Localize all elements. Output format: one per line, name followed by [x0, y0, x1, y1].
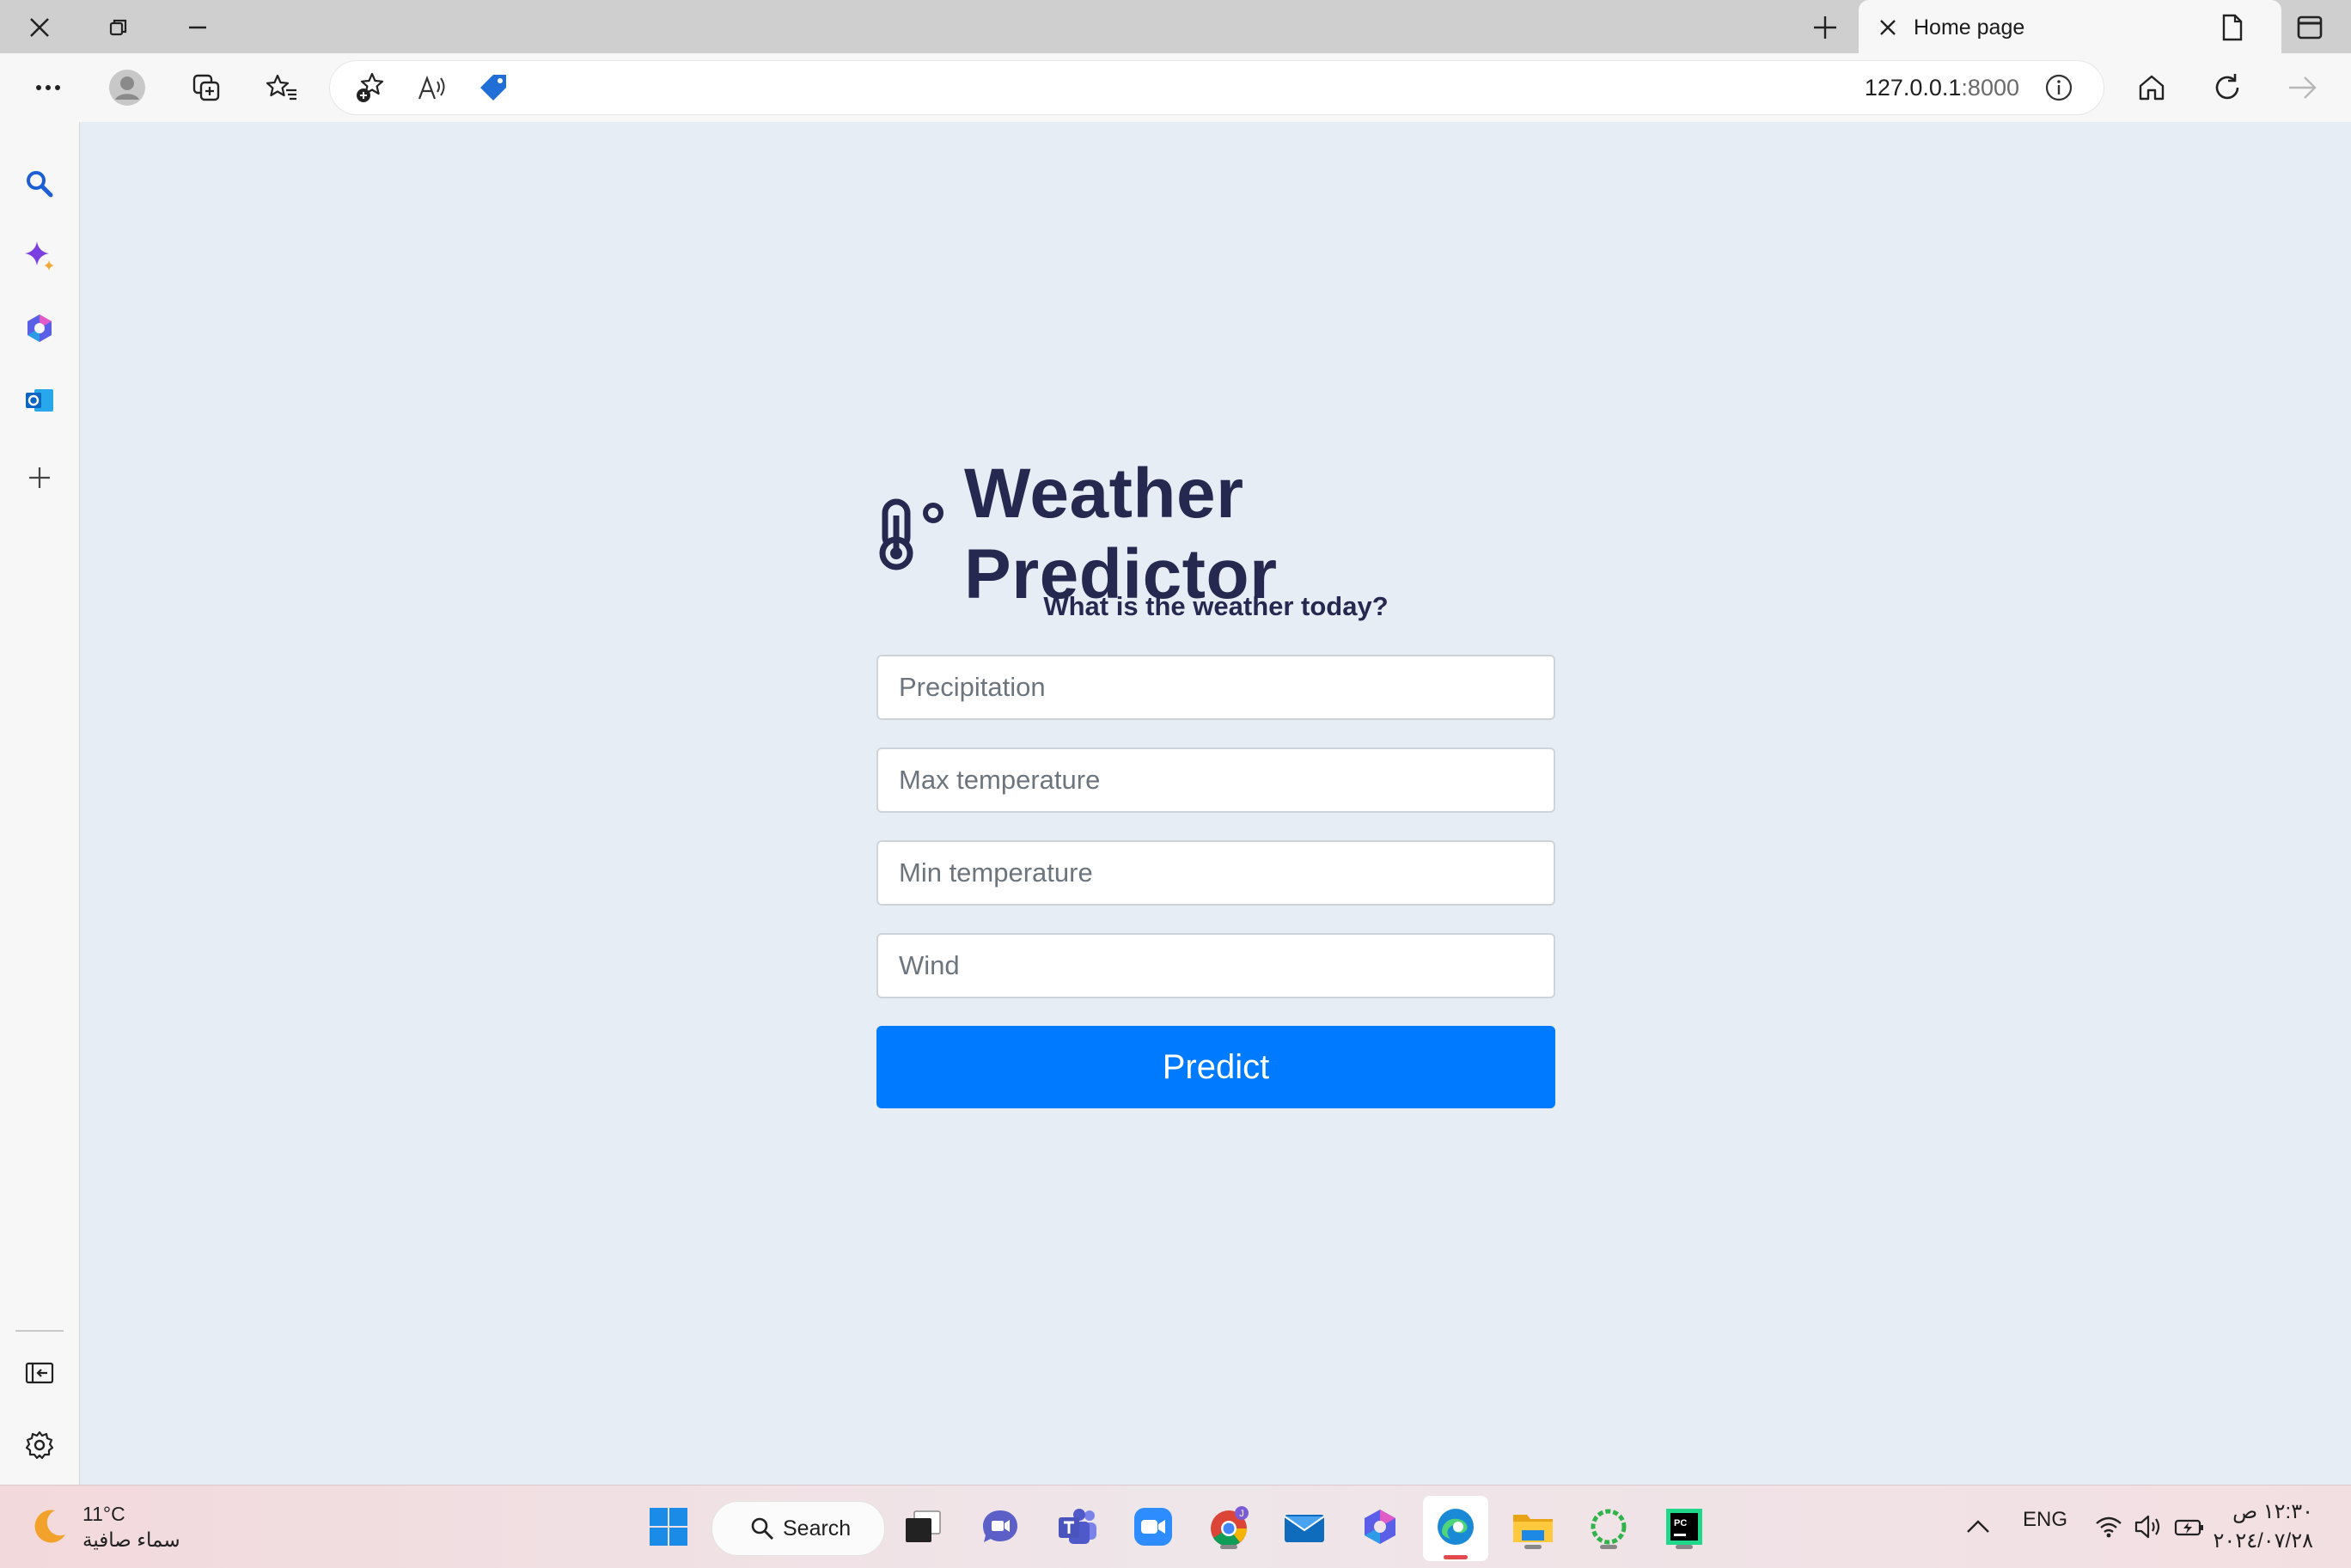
page-content: Weather Predictor What is the weather to… — [80, 122, 2351, 1485]
page-heading: Weather Predictor — [876, 455, 1555, 613]
profile-avatar-icon[interactable] — [103, 64, 151, 112]
workspaces-icon[interactable] — [182, 64, 230, 112]
favorites-icon[interactable] — [258, 64, 306, 112]
edge-sidebar — [0, 122, 80, 1485]
svg-text:PC: PC — [1674, 1518, 1687, 1528]
add-sidebar-app-icon[interactable] — [15, 454, 64, 502]
outlook-icon[interactable] — [15, 376, 64, 424]
home-icon[interactable] — [2128, 64, 2176, 112]
shopping-tag-icon[interactable] — [469, 64, 517, 112]
read-aloud-icon[interactable] — [409, 64, 457, 112]
running-indicator — [1600, 1545, 1617, 1549]
search-icon[interactable] — [15, 160, 64, 208]
browser-toolbar: 127.0.0.1:8000 — [0, 53, 2351, 123]
pycharm-icon[interactable]: PC — [1660, 1503, 1708, 1551]
chrome-icon[interactable]: J — [1205, 1503, 1253, 1551]
thermometer-icon — [876, 498, 949, 570]
edge-browser-icon — [1432, 1503, 1480, 1551]
microsoft-365-icon[interactable] — [15, 304, 64, 352]
clock-time: ١٢:٣٠ ص — [2232, 1500, 2313, 1523]
wind-input[interactable] — [876, 933, 1555, 998]
minimize-window-icon[interactable] — [177, 7, 218, 48]
copilot-sparkle-icon[interactable] — [15, 232, 64, 280]
new-tab-icon[interactable] — [1804, 7, 1846, 48]
running-indicator — [1676, 1545, 1693, 1549]
battery-charging-icon[interactable] — [2165, 1503, 2214, 1551]
weather-temperature: 11°C — [82, 1503, 125, 1525]
teams-chat-icon[interactable] — [976, 1503, 1024, 1551]
language-indicator[interactable]: ENG — [2023, 1508, 2067, 1532]
microsoft-365-icon[interactable] — [1356, 1503, 1404, 1551]
running-indicator — [1524, 1545, 1542, 1549]
windows-taskbar: 11°C سماء صافية Search J PC ENG ١٢:٣٠ ص … — [0, 1485, 2351, 1568]
page-document-icon[interactable] — [2212, 7, 2253, 48]
hide-sidebar-icon[interactable] — [15, 1349, 64, 1397]
settings-gear-icon[interactable] — [15, 1421, 64, 1469]
edge-active-indicator — [1444, 1555, 1468, 1559]
site-info-icon[interactable] — [2035, 64, 2083, 112]
url-port: :8000 — [1961, 75, 2019, 101]
more-menu-icon[interactable] — [24, 64, 72, 112]
url-text[interactable]: 127.0.0.1:8000 — [1865, 75, 2019, 101]
edge-active-button[interactable] — [1423, 1496, 1488, 1561]
address-bar[interactable]: 127.0.0.1:8000 — [330, 61, 2104, 114]
precipitation-input[interactable] — [876, 655, 1555, 720]
windows-start-icon[interactable] — [644, 1503, 693, 1551]
predict-button[interactable]: Predict — [876, 1026, 1555, 1108]
sidebar-divider — [15, 1330, 64, 1332]
green-ring-app-icon[interactable] — [1585, 1503, 1633, 1551]
search-icon — [750, 1516, 774, 1541]
url-host: 127.0.0.1 — [1864, 75, 1962, 101]
close-window-icon[interactable] — [19, 7, 60, 48]
tab-label: Home page — [1914, 15, 2025, 40]
add-favorite-icon[interactable] — [347, 64, 395, 112]
show-hidden-icons-chevron-icon[interactable] — [1954, 1503, 2002, 1551]
tab-actions-icon[interactable] — [2289, 7, 2330, 48]
file-explorer-icon[interactable] — [1509, 1503, 1557, 1551]
task-view-icon[interactable] — [899, 1503, 947, 1551]
title-bar: Home page — [0, 0, 2351, 55]
close-tab-icon[interactable] — [1871, 10, 1905, 45]
microsoft-teams-icon[interactable] — [1053, 1503, 1102, 1551]
weather-condition: سماء صافية — [82, 1528, 180, 1551]
refresh-icon[interactable] — [2203, 64, 2251, 112]
clock-date: ٢٠٢٤/٠٧/٢٨ — [2213, 1529, 2313, 1553]
prediction-form: Weather Predictor What is the weather to… — [876, 455, 1555, 1108]
taskbar-search[interactable]: Search — [711, 1501, 885, 1556]
mail-icon[interactable] — [1280, 1503, 1328, 1551]
crescent-moon-icon — [29, 1507, 69, 1547]
min-temperature-input[interactable] — [876, 840, 1555, 906]
restore-window-icon[interactable] — [98, 7, 139, 48]
weather-widget[interactable]: 11°C سماء صافية — [29, 1501, 180, 1553]
taskbar-search-label: Search — [783, 1516, 852, 1541]
svg-text:J: J — [1239, 1509, 1244, 1519]
zoom-icon[interactable] — [1129, 1503, 1177, 1551]
system-clock[interactable]: ١٢:٣٠ ص ٢٠٢٤/٠٧/٢٨ — [2214, 1498, 2313, 1556]
forward-arrow-icon — [2279, 64, 2327, 112]
max-temperature-input[interactable] — [876, 747, 1555, 813]
running-indicator — [1220, 1545, 1237, 1549]
